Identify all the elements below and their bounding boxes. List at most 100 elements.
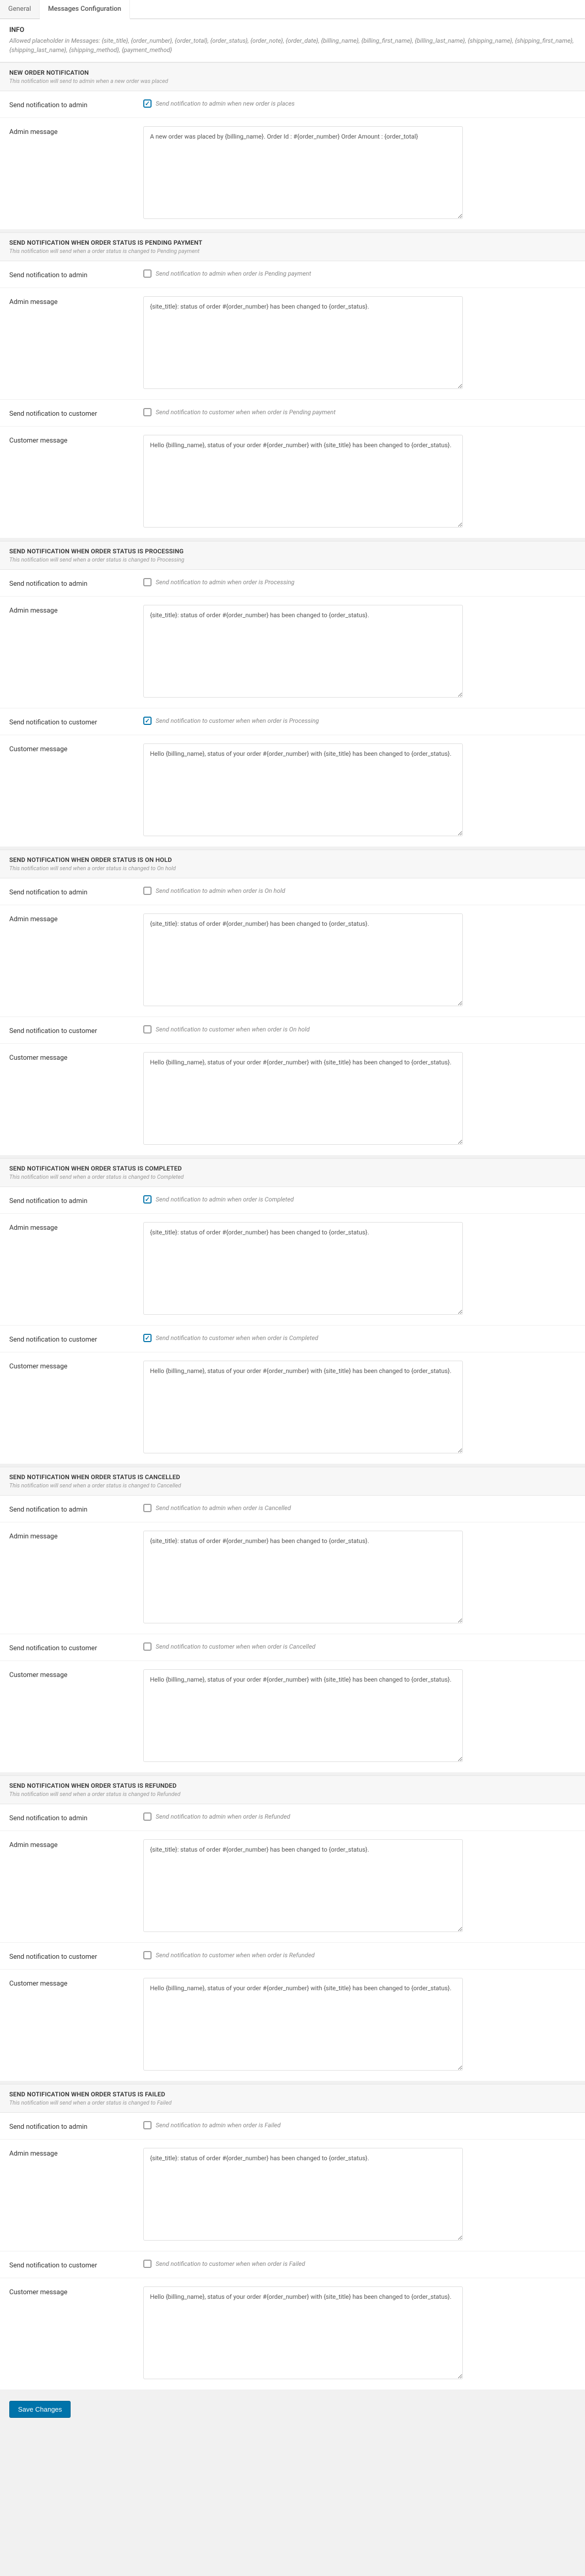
section-title: SEND NOTIFICATION WHEN ORDER STATUS IS C…	[9, 1473, 576, 1481]
customer-message-row: Customer messageHello {billing_name}, st…	[0, 1970, 585, 2081]
admin-message-textarea[interactable]: {site_title}: status of order #{order_nu…	[143, 1531, 463, 1623]
customer-message-textarea[interactable]: Hello {billing_name}, status of your ord…	[143, 1361, 463, 1453]
admin-notify-label: Send notification to admin	[9, 887, 143, 896]
customer-message-label: Customer message	[9, 2286, 143, 2296]
section-description: This notification will send when a order…	[9, 865, 576, 872]
admin-message-textarea[interactable]: {site_title}: status of order #{order_nu…	[143, 605, 463, 698]
customer-notify-label: Send notification to customer	[9, 1334, 143, 1344]
section-description: This notification will send when a order…	[9, 248, 576, 255]
notification-section: SEND NOTIFICATION WHEN ORDER STATUS IS C…	[0, 1158, 585, 1464]
customer-notify-checkbox[interactable]	[143, 2260, 152, 2268]
customer-notify-checkbox[interactable]	[143, 717, 152, 725]
customer-message-textarea[interactable]: Hello {billing_name}, status of your ord…	[143, 743, 463, 836]
info-title: INFO	[9, 26, 576, 34]
notification-section: SEND NOTIFICATION WHEN ORDER STATUS IS O…	[0, 850, 585, 1155]
info-placeholders: Allowed placeholder in Messages: {site_t…	[9, 36, 576, 55]
customer-notify-checkbox[interactable]	[143, 1025, 152, 1033]
admin-notify-checkbox[interactable]	[143, 2121, 152, 2129]
admin-message-row: Admin message{site_title}: status of ord…	[0, 905, 585, 1017]
tab-general[interactable]: General	[0, 0, 40, 19]
admin-notify-label: Send notification to admin	[9, 1812, 143, 1822]
admin-notify-checkbox[interactable]	[143, 887, 152, 895]
customer-notify-description: Send notification to customer when when …	[156, 1026, 310, 1033]
admin-notify-description: Send notification to admin when order is…	[156, 1813, 290, 1820]
customer-message-row: Customer messageHello {billing_name}, st…	[0, 735, 585, 846]
admin-message-label: Admin message	[9, 605, 143, 615]
admin-message-textarea[interactable]: A new order was placed by {billing_name}…	[143, 126, 463, 219]
admin-notify-checkbox[interactable]	[143, 99, 152, 108]
admin-notify-label: Send notification to admin	[9, 2121, 143, 2131]
section-title: SEND NOTIFICATION WHEN ORDER STATUS IS C…	[9, 1165, 576, 1172]
save-changes-button[interactable]: Save Changes	[9, 2401, 71, 2418]
admin-notify-description: Send notification to admin when order is…	[156, 579, 294, 586]
customer-notify-description: Send notification to customer when when …	[156, 1952, 314, 1959]
customer-message-label: Customer message	[9, 1361, 143, 1370]
notification-section: SEND NOTIFICATION WHEN ORDER STATUS IS R…	[0, 1775, 585, 2081]
notification-section: SEND NOTIFICATION WHEN ORDER STATUS IS C…	[0, 1467, 585, 1772]
customer-notify-description: Send notification to customer when when …	[156, 1334, 318, 1342]
customer-message-row: Customer messageHello {billing_name}, st…	[0, 1661, 585, 1772]
section-header: SEND NOTIFICATION WHEN ORDER STATUS IS R…	[0, 1775, 585, 1804]
customer-message-label: Customer message	[9, 1978, 143, 1988]
customer-message-label: Customer message	[9, 743, 143, 753]
save-bar: Save Changes	[0, 2393, 585, 2426]
admin-message-row: Admin message{site_title}: status of ord…	[0, 1214, 585, 1326]
customer-notify-checkbox[interactable]	[143, 408, 152, 416]
admin-message-textarea[interactable]: {site_title}: status of order #{order_nu…	[143, 296, 463, 389]
customer-notify-label: Send notification to customer	[9, 408, 143, 418]
customer-message-row: Customer messageHello {billing_name}, st…	[0, 427, 585, 538]
notification-section: SEND NOTIFICATION WHEN ORDER STATUS IS P…	[0, 541, 585, 846]
customer-notify-row: Send notification to customerSend notifi…	[0, 708, 585, 735]
customer-notify-label: Send notification to customer	[9, 1642, 143, 1652]
customer-message-row: Customer messageHello {billing_name}, st…	[0, 1352, 585, 1464]
section-title: SEND NOTIFICATION WHEN ORDER STATUS IS F…	[9, 2091, 576, 2098]
admin-notify-checkbox[interactable]	[143, 1504, 152, 1512]
admin-message-row: Admin message{site_title}: status of ord…	[0, 1831, 585, 1943]
customer-notify-label: Send notification to customer	[9, 2260, 143, 2269]
customer-message-textarea[interactable]: Hello {billing_name}, status of your ord…	[143, 1052, 463, 1145]
admin-message-textarea[interactable]: {site_title}: status of order #{order_nu…	[143, 913, 463, 1006]
section-header: SEND NOTIFICATION WHEN ORDER STATUS IS F…	[0, 2084, 585, 2113]
admin-notify-row: Send notification to admin Send notificat…	[0, 1804, 585, 1831]
customer-notify-checkbox[interactable]	[143, 1334, 152, 1342]
admin-message-textarea[interactable]: {site_title}: status of order #{order_nu…	[143, 1222, 463, 1315]
tab-messages-configuration[interactable]: Messages Configuration	[40, 0, 130, 19]
admin-message-textarea[interactable]: {site_title}: status of order #{order_nu…	[143, 1839, 463, 1932]
admin-message-label: Admin message	[9, 1222, 143, 1232]
section-description: This notification will send to admin whe…	[9, 78, 576, 84]
admin-message-label: Admin message	[9, 296, 143, 306]
customer-notify-description: Send notification to customer when when …	[156, 717, 319, 724]
admin-notify-row: Send notification to adminSend notificat…	[0, 878, 585, 905]
customer-notify-checkbox[interactable]	[143, 1951, 152, 1959]
customer-message-row: Customer messageHello {billing_name}, st…	[0, 1044, 585, 1155]
admin-message-label: Admin message	[9, 1531, 143, 1540]
admin-notify-label: Send notification to admin	[9, 269, 143, 279]
admin-notify-checkbox[interactable]	[143, 269, 152, 278]
admin-notify-checkbox[interactable]	[143, 578, 152, 586]
customer-message-textarea[interactable]: Hello {billing_name}, status of your ord…	[143, 435, 463, 528]
customer-message-textarea[interactable]: Hello {billing_name}, status of your ord…	[143, 1669, 463, 1762]
customer-notify-checkbox[interactable]	[143, 1642, 152, 1651]
section-title: SEND NOTIFICATION WHEN ORDER STATUS IS P…	[9, 548, 576, 555]
customer-message-textarea[interactable]: Hello {billing_name}, status of your ord…	[143, 2286, 463, 2379]
section-description: This notification will send when a order…	[9, 1791, 576, 1798]
admin-message-textarea[interactable]: {site_title}: status of order #{order_nu…	[143, 2148, 463, 2241]
customer-message-row: Customer messageHello {billing_name}, st…	[0, 2278, 585, 2389]
admin-message-row: Admin message{site_title}: status of ord…	[0, 1522, 585, 1634]
admin-notify-checkbox[interactable]	[143, 1195, 152, 1204]
customer-message-textarea[interactable]: Hello {billing_name}, status of your ord…	[143, 1978, 463, 2071]
admin-message-label: Admin message	[9, 126, 143, 136]
customer-notify-label: Send notification to customer	[9, 1025, 143, 1035]
section-title: SEND NOTIFICATION WHEN ORDER STATUS IS O…	[9, 856, 576, 863]
admin-notify-description: Send notification to admin when new orde…	[156, 100, 295, 107]
section-title: NEW ORDER NOTIFICATION	[9, 69, 576, 76]
customer-notify-row: Send notification to customerSend notifi…	[0, 2251, 585, 2278]
customer-notify-row: Send notification to customer Send notifi…	[0, 1326, 585, 1352]
admin-notify-row: Send notification to adminSend notificat…	[0, 261, 585, 288]
info-panel: INFO Allowed placeholder in Messages: {si…	[0, 19, 585, 62]
admin-notify-label: Send notification to admin	[9, 99, 143, 109]
admin-notify-checkbox[interactable]	[143, 1812, 152, 1821]
customer-notify-row: Send notification to customerSend notifi…	[0, 400, 585, 427]
content-area: INFO Allowed placeholder in Messages: {si…	[0, 19, 585, 2389]
admin-message-label: Admin message	[9, 913, 143, 923]
